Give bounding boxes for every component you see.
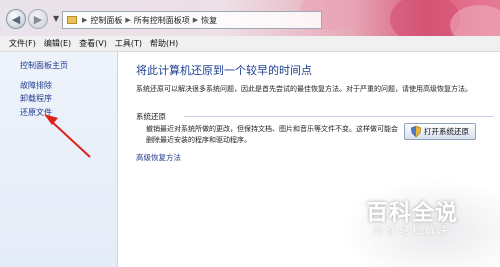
recent-pages-dropdown-icon[interactable]: ▼	[53, 14, 59, 23]
watermark-subtitle: 助你轻松解决	[373, 226, 451, 237]
menu-edit[interactable]: 编辑(E)	[40, 38, 75, 49]
open-system-restore-button[interactable]: 打开系统还原	[404, 123, 476, 140]
sidebar-item-uninstall-program[interactable]: 卸载程序	[20, 93, 52, 104]
address-bar[interactable]: ▶ 控制面板 ▶ 所有控制面板项 ▶ 恢复	[62, 11, 322, 29]
sidebar-item-troubleshooting[interactable]: 故障排除	[20, 80, 52, 91]
system-restore-description: 撤销最近对系统所做的更改，但保持文档、图片和音乐等文件不变。这样做可能会删除最近…	[146, 125, 398, 144]
shield-icon	[411, 126, 421, 137]
window-titlebar: ◀ ▶ ▼ ▶ 控制面板 ▶ 所有控制面板项 ▶ 恢复	[0, 0, 500, 36]
advanced-recovery-link[interactable]: 高级恢复方法	[136, 152, 181, 163]
page-title: 将此计算机还原到一个较早的时间点	[136, 64, 312, 77]
menu-bar: 文件(F) 编辑(E) 查看(V) 工具(T) 帮助(H)	[0, 36, 500, 52]
forward-button[interactable]: ▶	[28, 9, 48, 29]
sidebar-item-control-panel-home[interactable]: 控制面板主页	[20, 60, 68, 71]
sidebar: 控制面板主页 故障排除 卸载程序 还原文件	[0, 52, 118, 267]
menu-view[interactable]: 查看(V)	[75, 38, 111, 49]
section-divider	[184, 116, 494, 117]
menu-file[interactable]: 文件(F)	[0, 38, 40, 49]
breadcrumb-separator-icon[interactable]: ▶	[125, 16, 130, 24]
control-panel-icon	[67, 16, 77, 24]
sidebar-item-restore-files[interactable]: 还原文件	[20, 107, 52, 118]
back-button[interactable]: ◀	[6, 9, 26, 29]
system-restore-section-label: 系统还原	[136, 112, 166, 121]
breadcrumb-separator-icon[interactable]: ▶	[82, 16, 87, 24]
menu-tools[interactable]: 工具(T)	[111, 38, 146, 49]
breadcrumb-item[interactable]: 控制面板	[90, 15, 122, 26]
open-system-restore-label: 打开系统还原	[424, 127, 469, 136]
intro-text: 系统还原可以解决很多系统问题，因此是首先尝试的最佳恢复方法。对于严重的问题，请使…	[136, 85, 472, 93]
breadcrumb-item[interactable]: 所有控制面板项	[134, 15, 190, 26]
breadcrumb-item[interactable]: 恢复	[201, 15, 217, 26]
background-petal	[390, 0, 460, 36]
breadcrumb-separator-icon[interactable]: ▶	[193, 16, 198, 24]
menu-help[interactable]: 帮助(H)	[146, 38, 182, 49]
